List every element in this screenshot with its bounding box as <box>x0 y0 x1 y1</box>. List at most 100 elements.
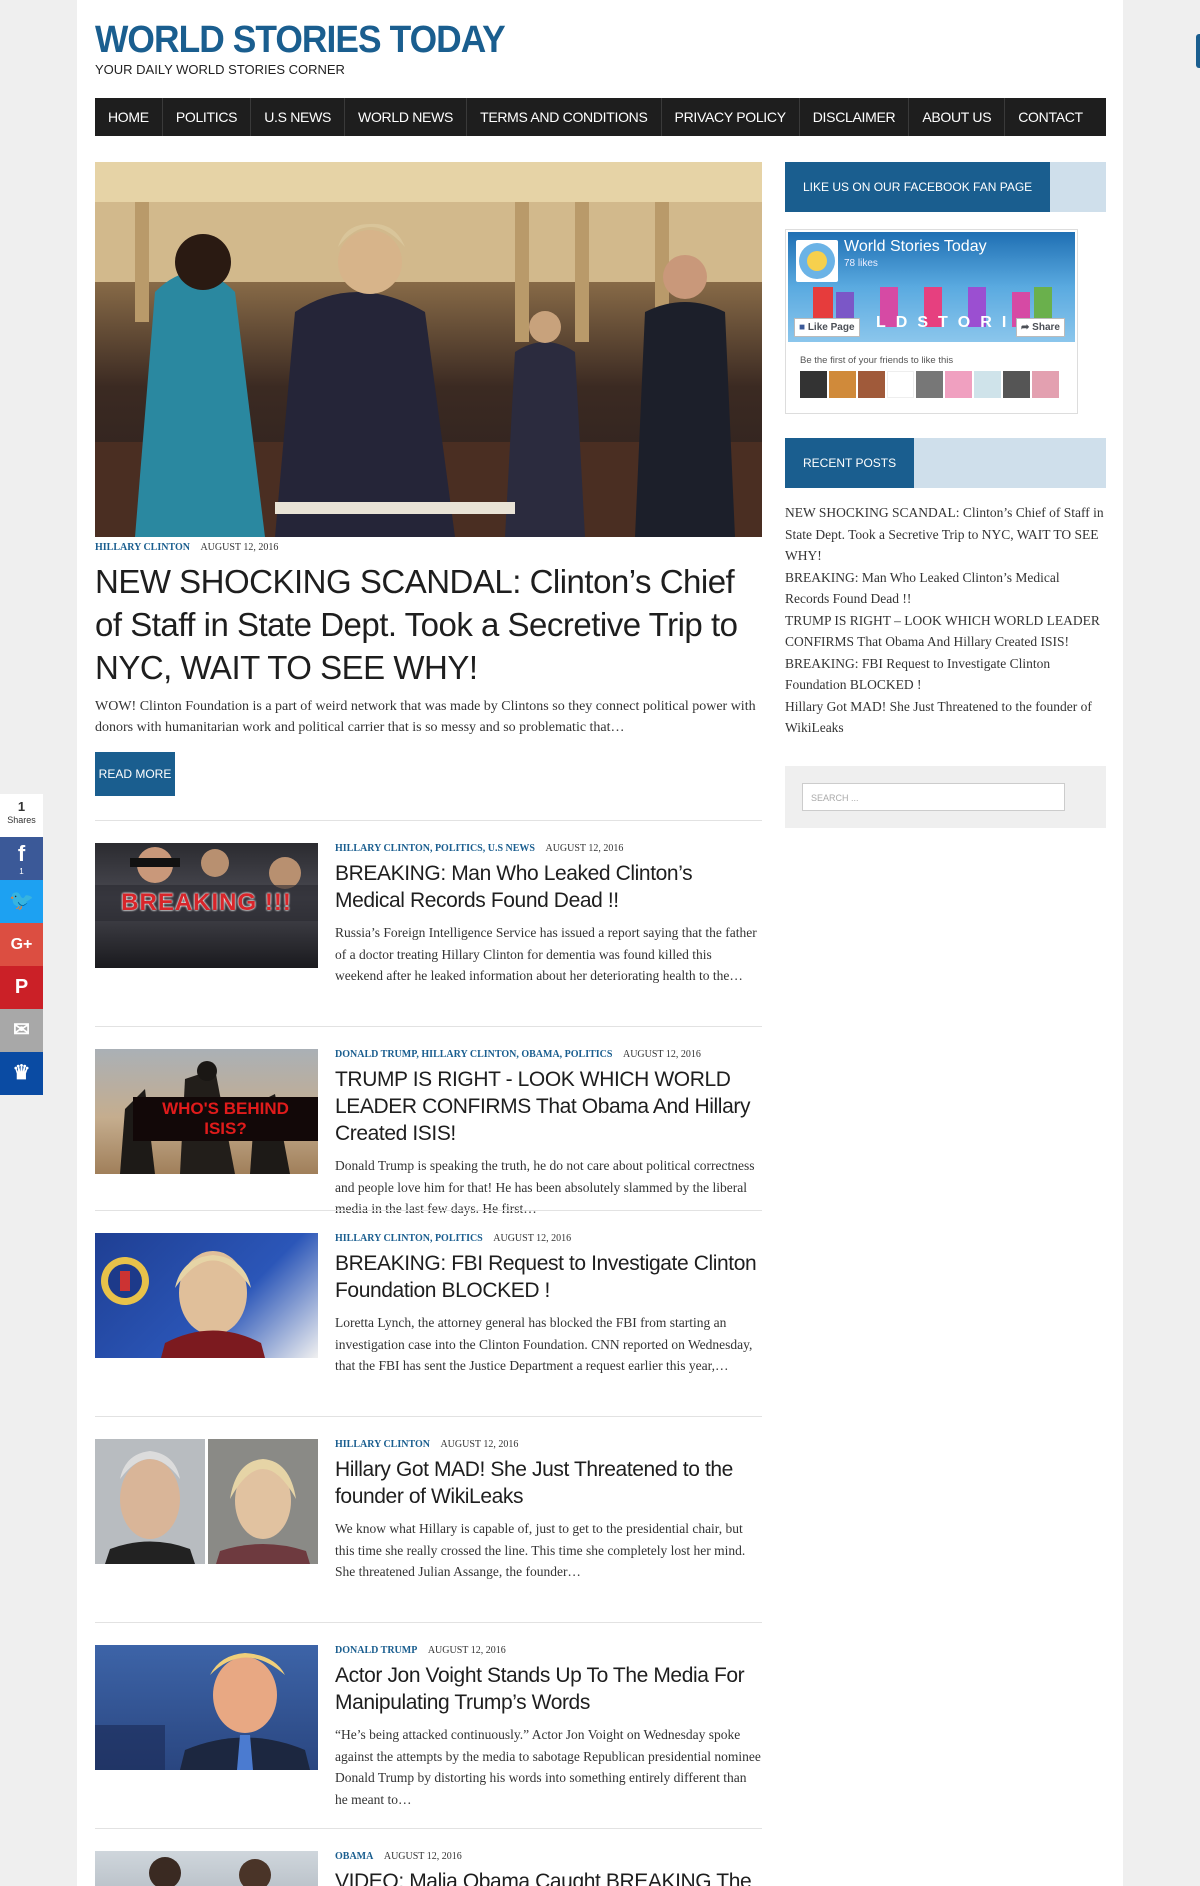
google-plus-share-icon[interactable]: G+ <box>0 923 43 966</box>
divider <box>95 1622 762 1623</box>
nav-item-home[interactable]: HOME <box>95 98 163 136</box>
post-category-link[interactable]: HILLARY CLINTON, POLITICS <box>335 1233 483 1244</box>
divider <box>95 1026 762 1027</box>
post-category-link[interactable]: OBAMA <box>335 1851 373 1862</box>
site-tagline: YOUR DAILY WORLD STORIES CORNER <box>95 62 345 77</box>
facebook-widget-header: LIKE US ON OUR FACEBOOK FAN PAGE <box>785 162 1106 212</box>
side-tab-handle[interactable] <box>1196 34 1200 68</box>
post-date: AUGUST 12, 2016 <box>545 843 624 854</box>
friend-avatar[interactable] <box>1032 371 1059 398</box>
social-share-bar: 1 Shares f 1 🐦 G+ P ✉ ♛ <box>0 794 43 1095</box>
post-thumbnail[interactable] <box>95 1645 318 1770</box>
facebook-share-icon[interactable]: f 1 <box>0 837 43 880</box>
post-body: OBAMA AUGUST 12, 2016 VIDEO: Malia Obama… <box>335 1851 762 1886</box>
recent-post-link[interactable]: Hillary Got MAD! She Just Threatened to … <box>785 696 1106 739</box>
post-title[interactable]: Actor Jon Voight Stands Up To The Media … <box>335 1662 762 1716</box>
nav-item-world-news[interactable]: WORLD NEWS <box>345 98 468 136</box>
post-item: WHO'S BEHIND ISIS? DONALD TRUMP, HILLARY… <box>95 1049 762 1234</box>
friend-avatar[interactable] <box>945 371 972 398</box>
post-title[interactable]: VIDEO: Malia Obama Caught BREAKING The L… <box>335 1868 762 1886</box>
nav-item-about[interactable]: ABOUT US <box>909 98 1006 136</box>
facebook-widget-title: LIKE US ON OUR FACEBOOK FAN PAGE <box>785 162 1051 212</box>
share-arrow-icon: ➦ <box>1021 322 1030 333</box>
facebook-page-plugin[interactable]: World Stories Today 78 likes L D S T O R… <box>785 229 1078 414</box>
recent-post-link[interactable]: TRUMP IS RIGHT – LOOK WHICH WORLD LEADER… <box>785 610 1106 653</box>
post-category-link[interactable]: DONALD TRUMP, HILLARY CLINTON, OBAMA, PO… <box>335 1049 612 1060</box>
share-count-label: Shares <box>7 815 36 825</box>
nav-item-terms[interactable]: TERMS AND CONDITIONS <box>467 98 662 136</box>
post-excerpt: Russia’s Foreign Intelligence Service ha… <box>335 925 757 983</box>
facebook-page-name[interactable]: World Stories Today <box>844 238 987 256</box>
post-body: HILLARY CLINTON, POLITICS AUGUST 12, 201… <box>335 1233 762 1377</box>
post-title[interactable]: TRUMP IS RIGHT - LOOK WHICH WORLD LEADER… <box>335 1066 762 1147</box>
recent-post-link[interactable]: BREAKING: Man Who Leaked Clinton’s Medic… <box>785 567 1106 610</box>
friend-avatar[interactable] <box>974 371 1001 398</box>
friend-avatar[interactable] <box>829 371 856 398</box>
post-category-link[interactable]: HILLARY CLINTON, POLITICS, U.S NEWS <box>335 843 535 854</box>
site-title[interactable]: WORLD STORIES TODAY <box>95 18 506 62</box>
nav-item-disclaimer[interactable]: DISCLAIMER <box>800 98 910 136</box>
facebook-page-logo[interactable] <box>796 240 838 282</box>
post-date: AUGUST 12, 2016 <box>440 1439 519 1450</box>
facebook-friends-text: Be the first of your friends to like thi… <box>800 355 954 366</box>
divider <box>95 1828 762 1829</box>
post-category-link[interactable]: DONALD TRUMP <box>335 1645 417 1656</box>
post-date: AUGUST 12, 2016 <box>493 1233 572 1244</box>
post-body: DONALD TRUMP AUGUST 12, 2016 Actor Jon V… <box>335 1645 762 1810</box>
facebook-cover-letters: L D S T O R I <box>876 314 1007 331</box>
friend-avatar[interactable] <box>858 371 885 398</box>
post-item: OBAMA AUGUST 12, 2016 VIDEO: Malia Obama… <box>95 1851 762 1886</box>
post-body: HILLARY CLINTON AUGUST 12, 2016 Hillary … <box>335 1439 762 1583</box>
search-input[interactable]: SEARCH ... <box>802 783 1065 811</box>
facebook-like-page-button[interactable]: ■ Like Page <box>794 318 860 337</box>
post-title[interactable]: BREAKING: FBI Request to Investigate Cli… <box>335 1250 762 1304</box>
facebook-like-count: 78 likes <box>844 258 878 269</box>
nav-item-privacy[interactable]: PRIVACY POLICY <box>662 98 800 136</box>
recent-posts-title: RECENT POSTS <box>785 438 915 488</box>
post-date: AUGUST 12, 2016 <box>622 1049 701 1060</box>
email-share-icon[interactable]: ✉ <box>0 1009 43 1052</box>
friend-avatar[interactable] <box>1003 371 1030 398</box>
pinterest-share-icon[interactable]: P <box>0 966 43 1009</box>
friend-avatar[interactable] <box>887 371 914 398</box>
post-body: DONALD TRUMP, HILLARY CLINTON, OBAMA, PO… <box>335 1049 762 1220</box>
thumbnail-caption: BREAKING !!! <box>121 889 292 916</box>
post-item: DONALD TRUMP AUGUST 12, 2016 Actor Jon V… <box>95 1645 762 1830</box>
recent-posts-list: NEW SHOCKING SCANDAL: Clinton’s Chief of… <box>785 502 1106 739</box>
featured-meta: HILLARY CLINTON AUGUST 12, 2016 <box>95 542 278 553</box>
recent-post-link[interactable]: BREAKING: FBI Request to Investigate Cli… <box>785 653 1106 696</box>
post-thumbnail[interactable] <box>95 1439 318 1564</box>
nav-item-contact[interactable]: CONTACT <box>1005 98 1096 136</box>
post-title[interactable]: Hillary Got MAD! She Just Threatened to … <box>335 1456 762 1510</box>
nav-item-politics[interactable]: POLITICS <box>163 98 252 136</box>
post-category-link[interactable]: HILLARY CLINTON <box>335 1439 430 1450</box>
twitter-share-icon[interactable]: 🐦 <box>0 880 43 923</box>
post-item: BREAKING !!! HILLARY CLINTON, POLITICS, … <box>95 843 762 1028</box>
recent-post-link[interactable]: NEW SHOCKING SCANDAL: Clinton’s Chief of… <box>785 502 1106 567</box>
read-more-button[interactable]: READ MORE <box>95 752 175 796</box>
page-container: WORLD STORIES TODAY YOUR DAILY WORLD STO… <box>77 0 1123 1886</box>
post-thumbnail[interactable]: WHO'S BEHIND ISIS? <box>95 1049 318 1174</box>
share-count-box: 1 Shares <box>0 794 43 837</box>
post-thumbnail[interactable] <box>95 1851 318 1886</box>
nav-item-us-news[interactable]: U.S NEWS <box>251 98 346 136</box>
friend-avatar[interactable] <box>800 371 827 398</box>
facebook-share-button[interactable]: ➦ Share <box>1016 318 1065 337</box>
share-count: 1 <box>17 799 26 814</box>
facebook-icon: ■ <box>799 322 806 333</box>
thumbnail-caption: WHO'S BEHIND ISIS? <box>133 1097 318 1141</box>
search-widget: SEARCH ... <box>785 766 1106 828</box>
sumome-share-icon[interactable]: ♛ <box>0 1052 43 1095</box>
post-thumbnail[interactable] <box>95 1233 318 1358</box>
post-item: HILLARY CLINTON, POLITICS AUGUST 12, 201… <box>95 1233 762 1418</box>
featured-image[interactable] <box>95 162 762 537</box>
featured-title[interactable]: NEW SHOCKING SCANDAL: Clinton’s Chief of… <box>95 560 762 689</box>
friend-avatar[interactable] <box>916 371 943 398</box>
post-thumbnail[interactable]: BREAKING !!! <box>95 843 318 968</box>
featured-category-link[interactable]: HILLARY CLINTON <box>95 542 190 553</box>
post-title[interactable]: BREAKING: Man Who Leaked Clinton’s Medic… <box>335 860 762 914</box>
post-item: HILLARY CLINTON AUGUST 12, 2016 Hillary … <box>95 1439 762 1624</box>
post-excerpt: We know what Hillary is capable of, just… <box>335 1521 746 1579</box>
divider <box>95 1210 762 1211</box>
facebook-share-count: 1 <box>19 867 24 876</box>
